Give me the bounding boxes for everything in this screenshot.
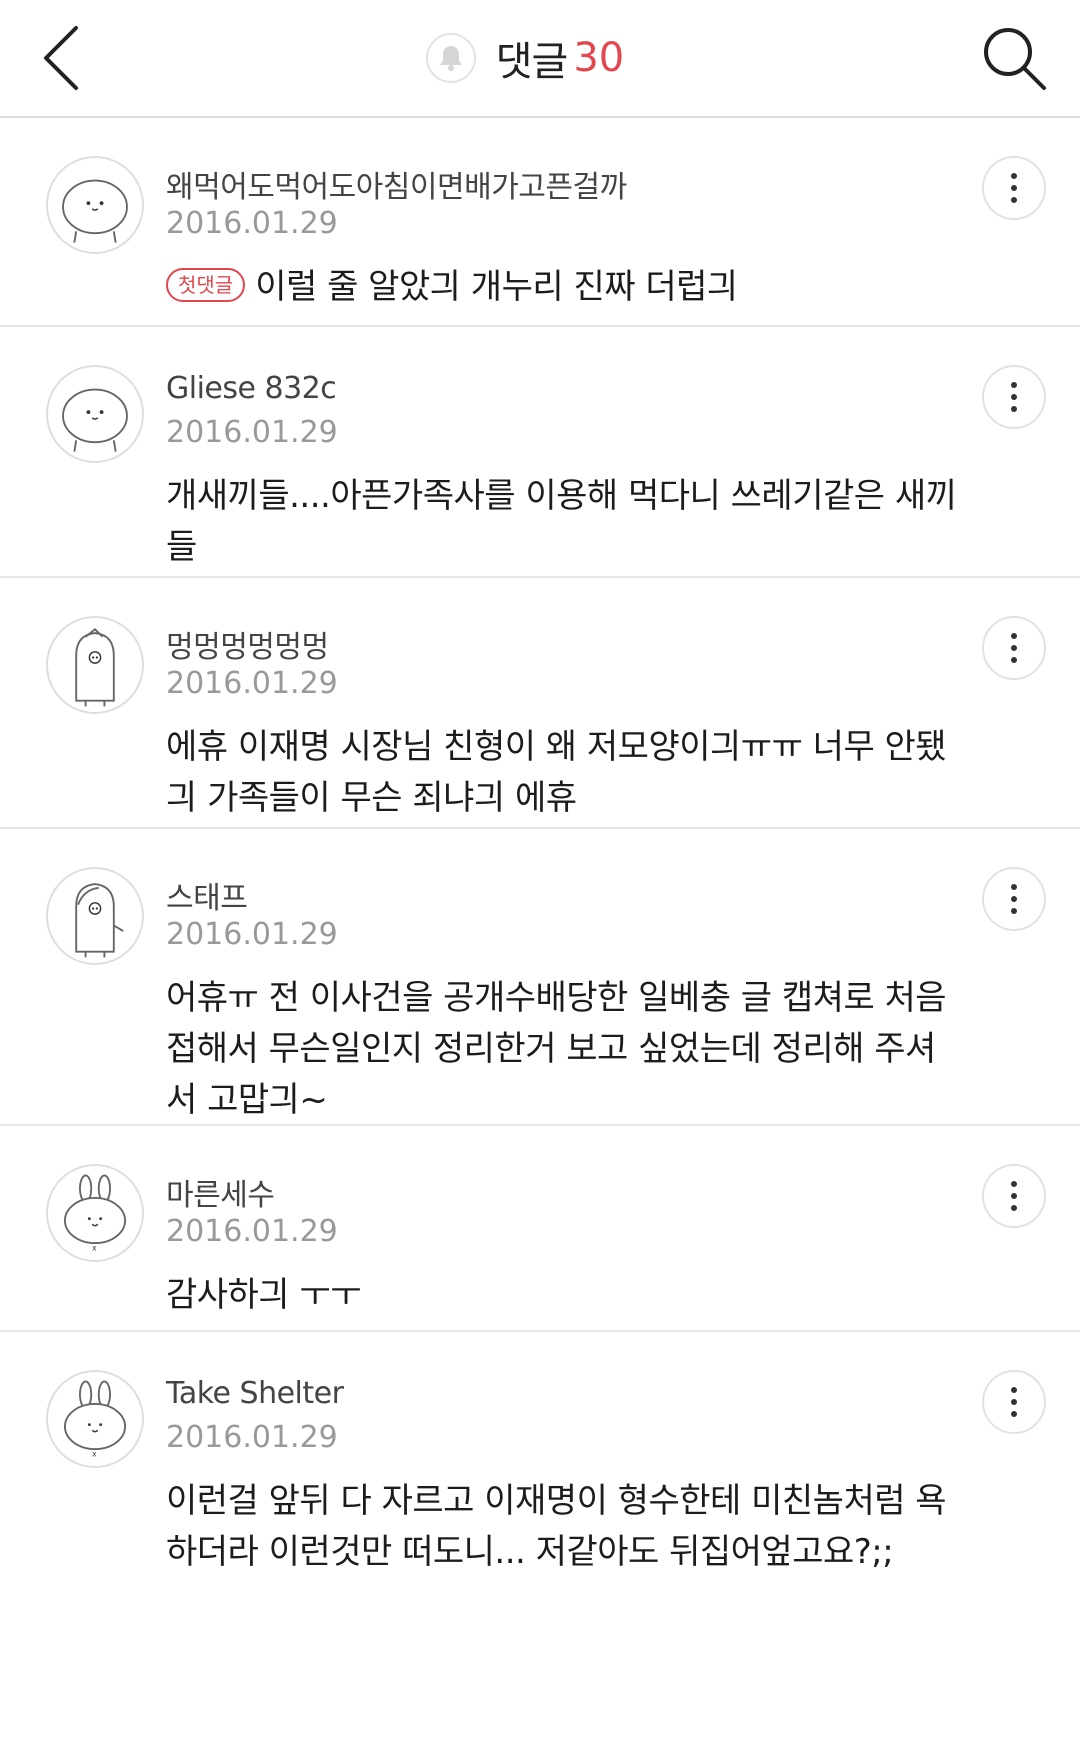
- more-options-button[interactable]: [982, 156, 1046, 220]
- svg-text:x: x: [92, 1450, 97, 1459]
- comment-line: 이럴 줄 알았긔 개누리 진짜 더럽긔: [255, 267, 738, 307]
- more-options-button[interactable]: [982, 1164, 1046, 1228]
- comment-line: 감사하긔 ㅜㅜ: [166, 1275, 362, 1315]
- more-options-button[interactable]: [982, 616, 1046, 680]
- comment-line: 들: [166, 527, 197, 567]
- comment-date: 2016.01.29: [166, 1420, 338, 1455]
- comment-text: 이런걸 앞뒤 다 자르고 이재명이 형수한테 미친놈처럼 욕 하더라 이런것만 …: [166, 1476, 996, 1578]
- blob-avatar-icon[interactable]: [46, 156, 144, 254]
- comment-line: 하더라 이런것만 떠도니... 저같아도 뒤집어엎고요?;;: [166, 1532, 894, 1572]
- page-title: 댓글: [495, 39, 569, 85]
- comment-line: 개새끼들....아픈가족사를 이용해 먹다니 쓰레기같은 새끼: [166, 476, 957, 516]
- comment-nickname[interactable]: 스태프: [166, 873, 248, 917]
- comment-text: 에휴 이재명 시장님 친형이 왜 저모양이긔ㅠㅠ 너무 안됐 긔 가족들이 무슨…: [166, 722, 996, 824]
- comment-nickname[interactable]: 왜먹어도먹어도아침이면배가고픈걸까: [166, 162, 627, 206]
- comment-item: x 마른세수 2016.01.29 감사하긔 ㅜㅜ: [0, 1126, 1080, 1332]
- penguin-avatar-icon[interactable]: [46, 616, 144, 714]
- comment-date: 2016.01.29: [166, 666, 338, 701]
- top-app-bar: 댓글 30: [0, 0, 1080, 118]
- comment-line: 긔 가족들이 무슨 죄냐긔 에휴: [166, 778, 577, 818]
- comment-line: 이런걸 앞뒤 다 자르고 이재명이 형수한테 미친놈처럼 욕: [166, 1481, 947, 1521]
- more-options-button[interactable]: [982, 867, 1046, 931]
- comment-text: 첫댓글 이럴 줄 알았긔 개누리 진짜 더럽긔: [166, 262, 996, 313]
- search-icon: [984, 28, 1046, 90]
- comment-line: 에휴 이재명 시장님 친형이 왜 저모양이긔ㅠㅠ 너무 안됐: [166, 727, 947, 767]
- comment-line: 서 고맙긔~: [166, 1080, 328, 1120]
- comment-text: 개새끼들....아픈가족사를 이용해 먹다니 쓰레기같은 새끼 들: [166, 471, 996, 573]
- rabbit-avatar-icon[interactable]: x: [46, 1164, 144, 1262]
- comment-item: Gliese 832c 2016.01.29 개새끼들....아픈가족사를 이용…: [0, 327, 1080, 578]
- comment-nickname[interactable]: Take Shelter: [166, 1376, 344, 1411]
- comment-nickname[interactable]: 멍멍멍멍멍멍: [166, 622, 329, 666]
- more-options-button[interactable]: [982, 1370, 1046, 1434]
- comment-date: 2016.01.29: [166, 415, 338, 450]
- blob-avatar-icon[interactable]: [46, 365, 144, 463]
- comment-line: 어휴ㅠ 전 이사건을 공개수배당한 일베충 글 캡쳐로 처음: [166, 978, 947, 1018]
- penguin-avatar-icon[interactable]: [46, 867, 144, 965]
- comment-nickname[interactable]: 마른세수: [166, 1170, 275, 1214]
- comment-date: 2016.01.29: [166, 206, 338, 241]
- first-comment-badge: 첫댓글: [166, 268, 246, 302]
- search-button[interactable]: [978, 22, 1050, 94]
- comment-nickname[interactable]: Gliese 832c: [166, 371, 337, 406]
- comment-item: 멍멍멍멍멍멍 2016.01.29 에휴 이재명 시장님 친형이 왜 저모양이긔…: [0, 578, 1080, 829]
- comment-item: x Take Shelter 2016.01.29 이런걸 앞뒤 다 자르고 이…: [0, 1332, 1080, 1592]
- comment-count: 30: [573, 35, 625, 81]
- bell-icon: [439, 46, 462, 71]
- comment-date: 2016.01.29: [166, 1214, 338, 1249]
- comment-list: 왜먹어도먹어도아침이면배가고픈걸까 2016.01.29 첫댓글 이럴 줄 알았긔…: [0, 118, 1080, 1592]
- more-options-button[interactable]: [982, 365, 1046, 429]
- rabbit-avatar-icon[interactable]: x: [46, 1370, 144, 1468]
- svg-text:x: x: [92, 1244, 97, 1253]
- notification-bell-button[interactable]: [425, 33, 476, 83]
- comment-item: 스태프 2016.01.29 어휴ㅠ 전 이사건을 공개수배당한 일베충 글 캡…: [0, 829, 1080, 1126]
- comment-line: 접해서 무슨일인지 정리한거 보고 싶었는데 정리해 주셔: [166, 1029, 936, 1069]
- comment-text: 감사하긔 ㅜㅜ: [166, 1270, 996, 1321]
- comment-date: 2016.01.29: [166, 917, 338, 952]
- comment-text: 어휴ㅠ 전 이사건을 공개수배당한 일베충 글 캡쳐로 처음 접해서 무슨일인지…: [166, 973, 996, 1126]
- comment-item: 왜먹어도먹어도아침이면배가고픈걸까 2016.01.29 첫댓글 이럴 줄 알았긔…: [0, 118, 1080, 327]
- header-title-group: 댓글 30: [0, 0, 1080, 116]
